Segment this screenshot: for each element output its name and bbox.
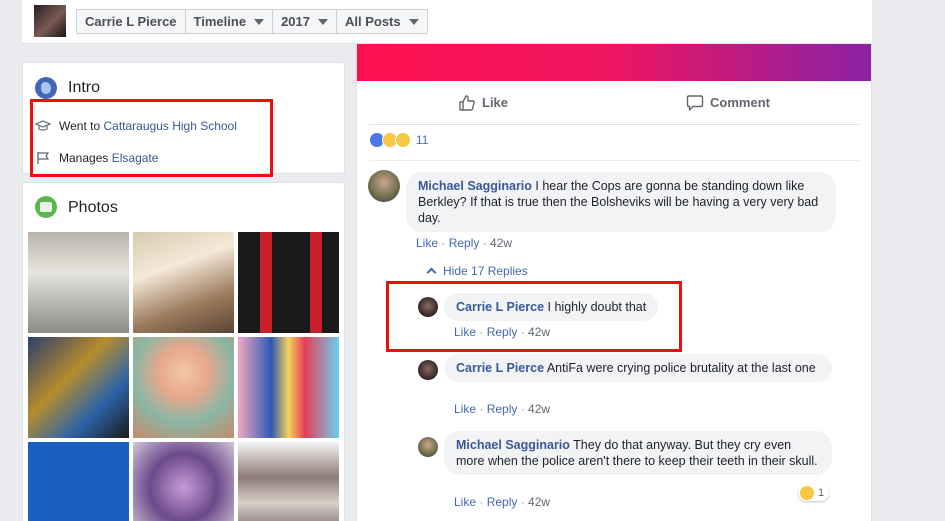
photos-title: Photos [68, 199, 118, 216]
comment-meta: Like · Reply · 42w [454, 495, 551, 509]
globe-icon [35, 77, 57, 99]
photo-thumbnail[interactable] [28, 232, 129, 333]
comment-author[interactable]: Michael Sagginario [456, 438, 570, 452]
comment-meta: Like · Reply · 42w [416, 236, 513, 250]
like-button[interactable]: Like [458, 94, 508, 112]
intro-title: Intro [68, 79, 101, 96]
photo-thumbnail[interactable] [28, 337, 129, 438]
post-actions: Like Comment [369, 81, 859, 125]
photo-thumbnail[interactable] [133, 337, 234, 438]
comment-meta: Like · Reply · 42w [454, 402, 551, 416]
comment-bubble: Michael Sagginario I hear the Cops are g… [406, 172, 836, 232]
chevron-down-icon [317, 18, 328, 25]
comment-text: AntiFa were crying police brutality at t… [546, 361, 816, 375]
post-image-banner [357, 44, 871, 81]
comment-author[interactable]: Carrie L Pierce [456, 361, 544, 375]
wow-reaction-icon [395, 132, 411, 148]
chevron-up-icon [426, 267, 437, 278]
comment-reaction-badge[interactable]: 1 [798, 485, 830, 501]
photo-thumbnail[interactable] [238, 442, 339, 521]
commenter-avatar[interactable] [368, 170, 400, 202]
highlight-box-intro [30, 99, 273, 177]
comment-bubble-icon [686, 94, 704, 111]
profile-avatar[interactable] [34, 5, 66, 37]
comment-like-link[interactable]: Like [454, 402, 476, 416]
chevron-down-icon [408, 18, 419, 25]
breadcrumb-year[interactable]: 2017 [273, 10, 337, 33]
breadcrumb-profile-name[interactable]: Carrie L Pierce [77, 10, 186, 33]
timeline-header: Carrie L Pierce Timeline 2017 All Posts [22, 0, 872, 44]
photo-thumbnail[interactable] [238, 337, 339, 438]
comment-timestamp: 42w [528, 402, 551, 416]
comment-reply-link[interactable]: Reply [487, 495, 518, 509]
commenter-avatar[interactable] [418, 360, 438, 380]
reaction-summary[interactable]: 11 [369, 132, 428, 148]
commenter-avatar[interactable] [418, 437, 438, 457]
comment-like-link[interactable]: Like [454, 495, 476, 509]
comment-like-link[interactable]: Like [416, 236, 438, 250]
haha-reaction-icon [800, 486, 814, 500]
comment-timestamp: 42w [528, 495, 551, 509]
comment-bubble: Michael Sagginario They do that anyway. … [444, 431, 832, 475]
comment-reply-link[interactable]: Reply [487, 402, 518, 416]
photo-thumbnail[interactable] [133, 442, 234, 521]
photo-thumbnail[interactable] [28, 442, 129, 521]
comment-reply-link[interactable]: Reply [449, 236, 480, 250]
reaction-count[interactable]: 11 [416, 133, 428, 147]
photo-thumbnail[interactable] [133, 232, 234, 333]
comment-bubble: Carrie L Pierce AntiFa were crying polic… [444, 354, 832, 382]
hide-replies-link[interactable]: Hide 17 Replies [424, 264, 528, 278]
like-thumb-icon [459, 94, 475, 111]
highlight-box-reply [386, 281, 682, 352]
photos-icon [35, 196, 57, 218]
comment-button[interactable]: Comment [686, 94, 770, 112]
photos-card: Photos [22, 182, 345, 521]
breadcrumb-filter[interactable]: All Posts [337, 10, 427, 33]
comment-author[interactable]: Michael Sagginario [418, 179, 532, 193]
divider [369, 160, 859, 161]
photo-thumbnail[interactable] [238, 232, 339, 333]
chevron-down-icon [254, 18, 265, 25]
comment-timestamp: 42w [490, 236, 513, 250]
breadcrumb: Carrie L Pierce Timeline 2017 All Posts [76, 9, 428, 34]
breadcrumb-timeline[interactable]: Timeline [186, 10, 274, 33]
